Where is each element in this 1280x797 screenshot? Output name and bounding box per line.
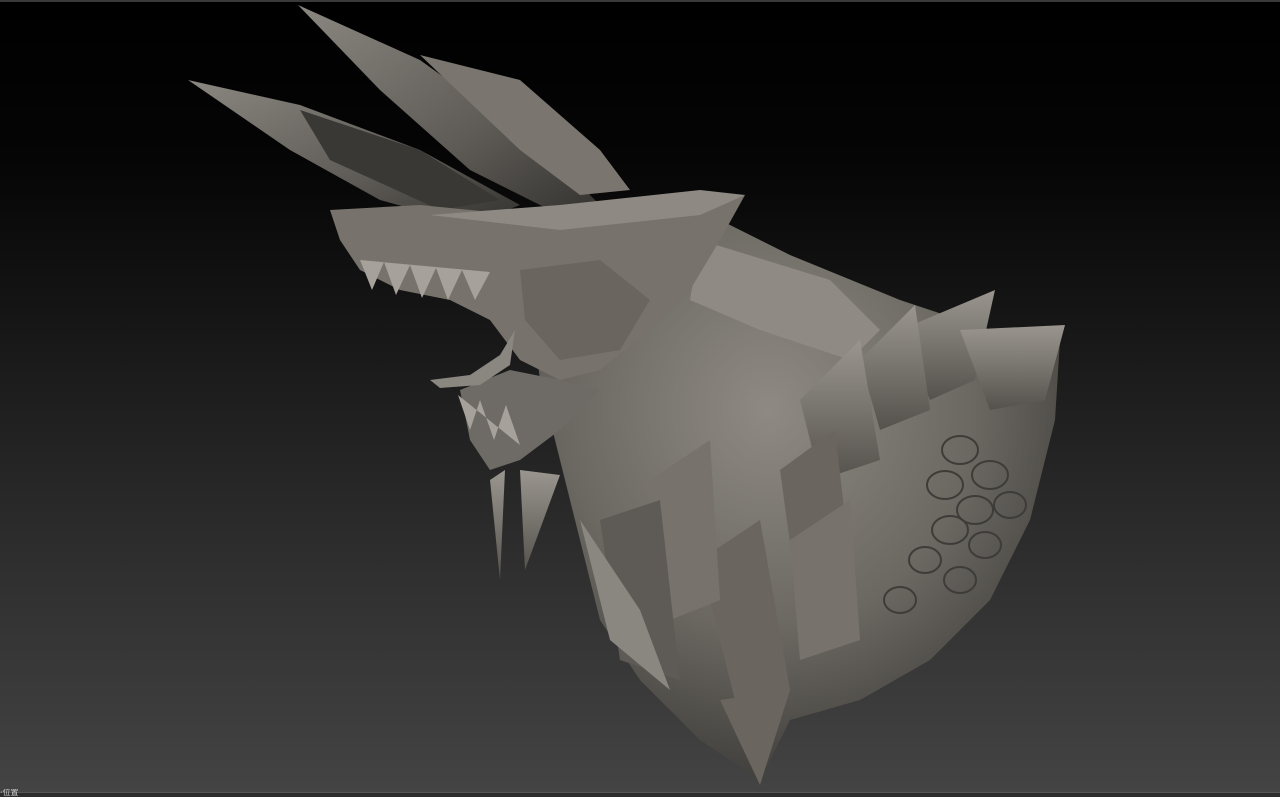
dragon-head-sculpt[interactable]	[0, 0, 1280, 797]
dragon-horns	[188, 5, 630, 225]
3d-viewport[interactable]: ·位置	[0, 0, 1280, 797]
viewport-status-bar	[0, 792, 1280, 797]
status-label: ·位置	[0, 789, 19, 797]
